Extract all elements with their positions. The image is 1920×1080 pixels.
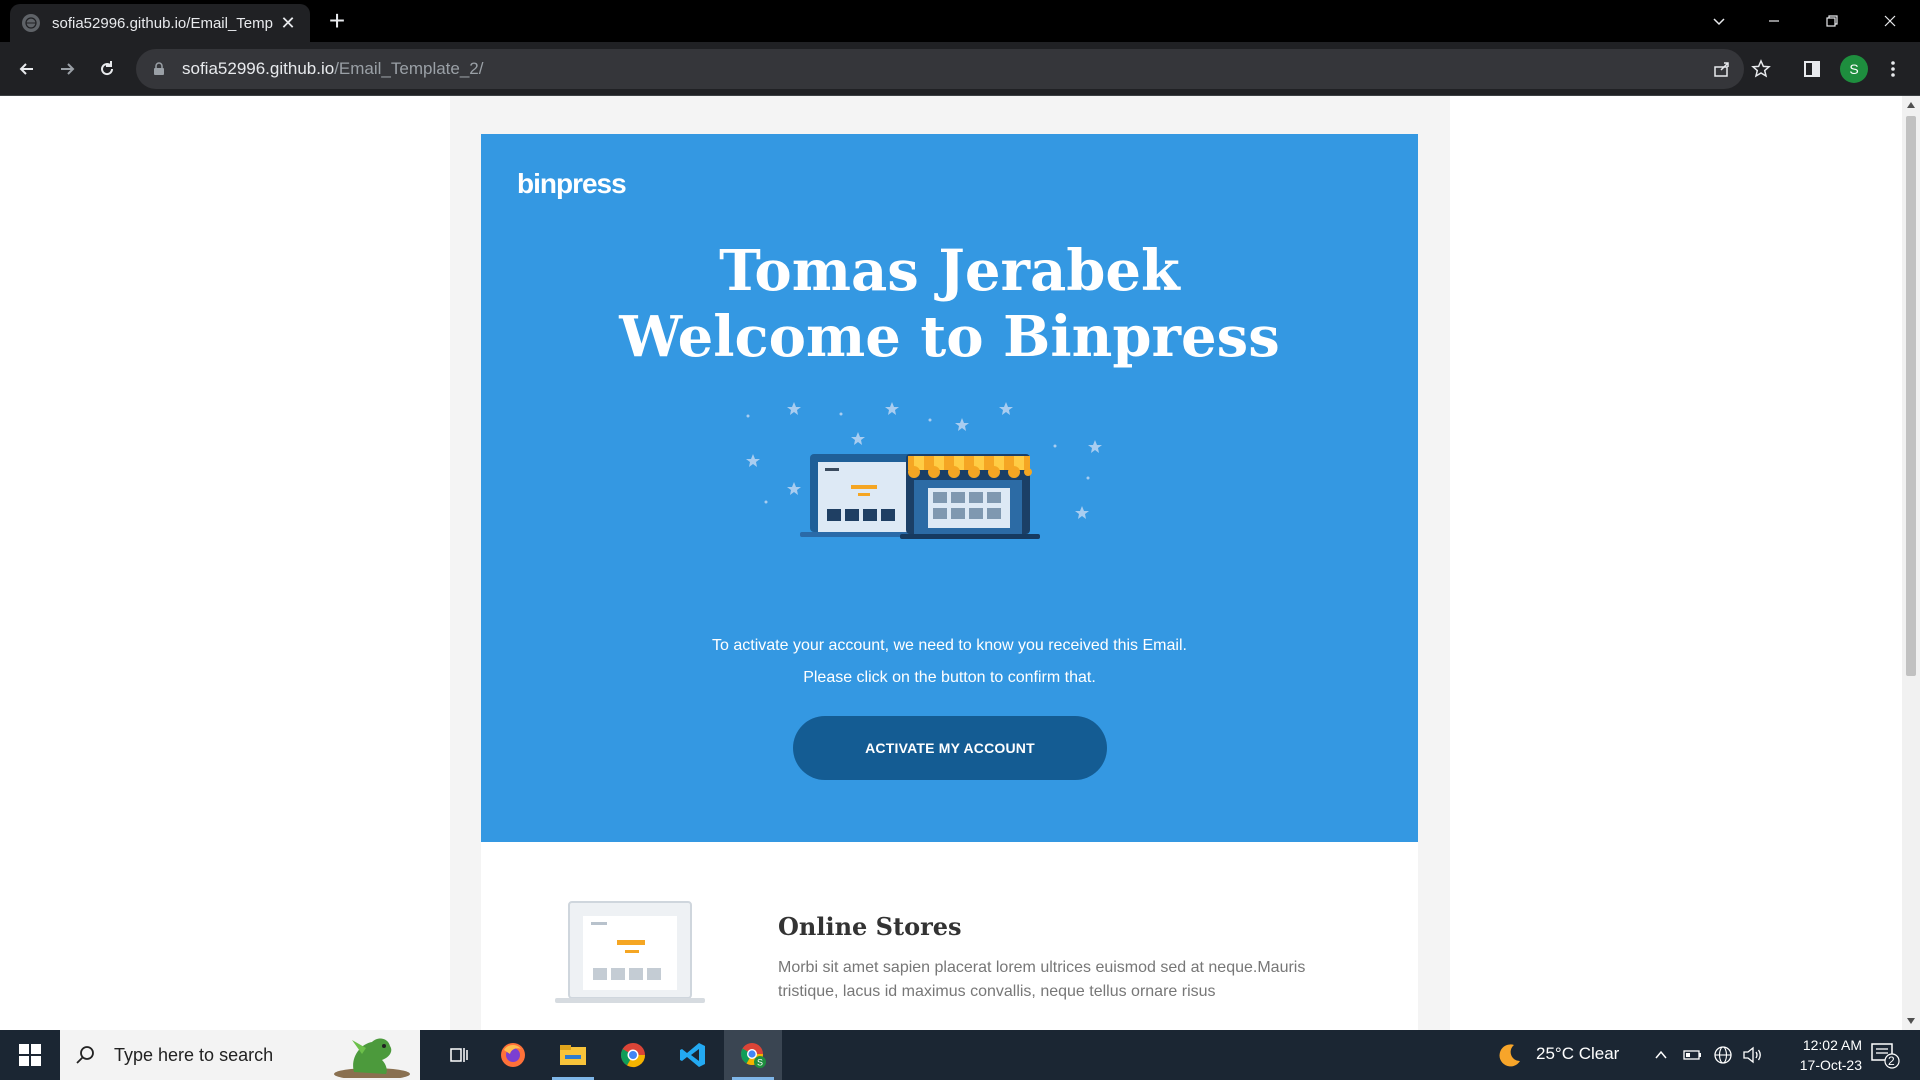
- notification-center-icon[interactable]: [1866, 1040, 1906, 1070]
- email-hero: binpress Tomas Jerabek Welcome to Binpre…: [481, 134, 1418, 842]
- new-tab-button[interactable]: +: [322, 6, 352, 36]
- reload-icon: [101, 61, 114, 76]
- svg-text:S: S: [757, 1058, 763, 1068]
- speaker-icon[interactable]: [1742, 1045, 1764, 1065]
- start-button[interactable]: [0, 1030, 60, 1080]
- feature-description: Morbi sit amet sapien placerat lorem ult…: [778, 959, 1306, 1000]
- activation-line-2: Please click on the button to confirm th…: [803, 669, 1096, 686]
- firefox-icon[interactable]: [484, 1030, 542, 1080]
- browser-tab[interactable]: sofia52996.github.io/Email_Temp ✕: [10, 4, 310, 42]
- back-button[interactable]: [11, 53, 43, 85]
- bookmark-star-icon[interactable]: [1749, 57, 1773, 81]
- search-icon: [76, 1046, 94, 1064]
- tab-search-icon[interactable]: [1690, 0, 1748, 42]
- feature-section: Online Stores Morbi sit amet sapien plac…: [481, 842, 1418, 1030]
- battery-icon[interactable]: [1683, 1047, 1703, 1063]
- kebab-menu-icon[interactable]: [1881, 57, 1905, 81]
- system-clock[interactable]: 12:02 AM 17-Oct-23: [1766, 1035, 1862, 1075]
- minimize-icon[interactable]: [1745, 0, 1803, 42]
- browser-toolbar: sofia52996.github.io/Email_Template_2/ S: [0, 42, 1920, 96]
- page-scrollbar[interactable]: [1902, 96, 1920, 1030]
- restore-icon[interactable]: [1803, 0, 1861, 42]
- hero-title: Tomas Jerabek Welcome to Binpress: [481, 238, 1418, 370]
- weather-text[interactable]: 25°C Clear: [1536, 1044, 1619, 1064]
- file-explorer-icon[interactable]: [544, 1030, 602, 1080]
- tab-close-icon[interactable]: ✕: [278, 13, 298, 34]
- chrome-icon[interactable]: [604, 1030, 662, 1080]
- tab-title: sofia52996.github.io/Email_Temp: [52, 14, 273, 32]
- chevron-up-icon[interactable]: [1653, 1047, 1669, 1063]
- clock-time: 12:02 AM: [1802, 1037, 1862, 1053]
- scrollbar-thumb[interactable]: [1906, 116, 1916, 676]
- lock-icon: [154, 62, 164, 75]
- dragon-search-highlight-icon: [334, 1038, 410, 1078]
- browser-tabbar: sofia52996.github.io/Email_Temp ✕ +: [0, 0, 1920, 42]
- scroll-down-icon[interactable]: [1907, 1018, 1915, 1024]
- scroll-up-icon[interactable]: [1907, 102, 1915, 108]
- activate-account-button[interactable]: ACTIVATE MY ACCOUNT: [793, 716, 1107, 780]
- activation-message: To activate your account, we need to kno…: [481, 630, 1418, 694]
- moon-weather-icon: [1499, 1044, 1520, 1067]
- arrow-left-icon: [19, 63, 33, 75]
- binpress-logo[interactable]: binpress: [517, 168, 627, 200]
- chrome-profile-icon[interactable]: S: [724, 1030, 782, 1080]
- clock-date: 17-Oct-23: [1799, 1057, 1862, 1073]
- taskbar-search[interactable]: Type here to search: [60, 1030, 420, 1080]
- laptop-illustration: [555, 901, 705, 1003]
- network-globe-icon[interactable]: [1713, 1045, 1733, 1065]
- hero-title-welcome: Welcome to Binpress: [619, 304, 1280, 370]
- url-path: /Email_Template_2/: [334, 59, 484, 78]
- side-panel-icon[interactable]: [1800, 57, 1824, 81]
- activation-line-1: To activate your account, we need to kno…: [712, 637, 1187, 654]
- store-illustration: [746, 402, 1102, 539]
- windows-logo-icon: [19, 1044, 41, 1066]
- forward-button[interactable]: [51, 53, 83, 85]
- address-bar[interactable]: sofia52996.github.io/Email_Template_2/: [136, 49, 1744, 89]
- windows-taskbar: Type here to search S 25°C Clear 12:02 A…: [0, 1030, 1920, 1080]
- share-icon[interactable]: [1710, 57, 1734, 81]
- page-viewport: binpress Tomas Jerabek Welcome to Binpre…: [0, 96, 1902, 1030]
- hero-title-name: Tomas Jerabek: [719, 238, 1180, 304]
- task-view-icon[interactable]: [430, 1030, 488, 1080]
- feature-title: Online Stores: [778, 912, 962, 941]
- arrow-right-icon: [61, 63, 75, 75]
- search-placeholder: Type here to search: [114, 1044, 274, 1065]
- close-window-icon[interactable]: [1861, 0, 1919, 42]
- profile-avatar[interactable]: S: [1840, 55, 1868, 83]
- notification-count: 2: [1888, 1054, 1895, 1068]
- globe-icon: [22, 14, 40, 32]
- reload-button[interactable]: [91, 53, 123, 85]
- vscode-icon[interactable]: [664, 1030, 722, 1080]
- url-host: sofia52996.github.io: [182, 59, 335, 78]
